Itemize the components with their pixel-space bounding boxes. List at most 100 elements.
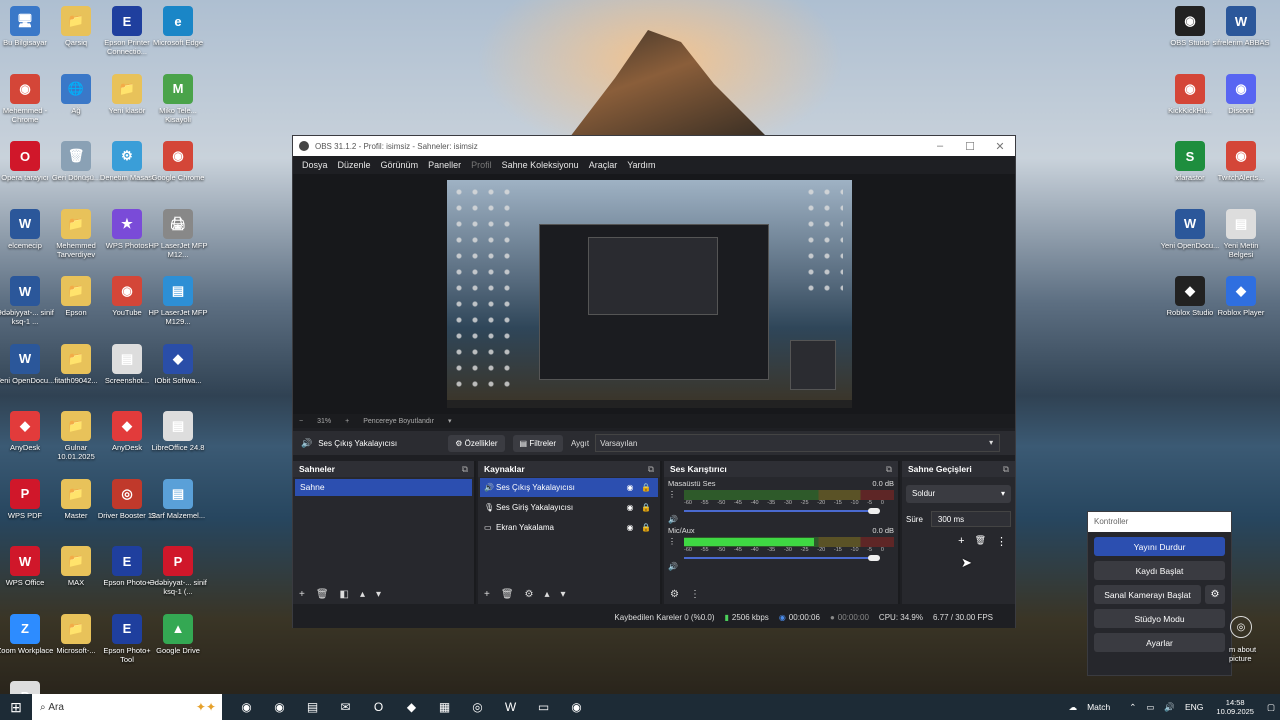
desktop-icon[interactable]: ◉ Discord: [1211, 73, 1271, 115]
advanced-audio-icon[interactable]: ⚙: [670, 589, 679, 600]
chrome-icon[interactable]: ◉: [263, 700, 296, 714]
remove-scene-icon[interactable]: 🗑: [316, 589, 329, 600]
lock-icon[interactable]: 🔒: [638, 503, 654, 512]
properties-button[interactable]: ⚙ Özellikler: [448, 434, 505, 452]
wps-icon[interactable]: W: [494, 700, 527, 714]
close-icon[interactable]: ✕: [985, 140, 1015, 153]
menu-duzenle[interactable]: Düzenle: [338, 160, 371, 170]
channel-menu-icon[interactable]: ⋮: [668, 537, 676, 546]
lock-icon[interactable]: 🔒: [638, 483, 654, 492]
move-up-icon[interactable]: ▴: [545, 589, 550, 600]
mixer-menu-icon[interactable]: ⋮: [690, 589, 700, 600]
desktop-icon[interactable]: ▤ Sarf Malzemel...: [148, 478, 208, 520]
add-source-icon[interactable]: +: [484, 589, 490, 600]
desktop-icon[interactable]: ◆ IObit Softwa...: [148, 343, 208, 385]
opera-icon[interactable]: O: [362, 700, 395, 714]
clock[interactable]: 14:58 10.09.2025: [1216, 698, 1254, 716]
popout-icon[interactable]: ⧉: [1003, 464, 1009, 474]
add-scene-icon[interactable]: +: [299, 589, 305, 600]
menu-dosya[interactable]: Dosya: [302, 160, 328, 170]
file-explorer-icon[interactable]: ▤: [296, 700, 329, 714]
gear-icon[interactable]: ⚙: [1205, 585, 1225, 604]
remove-transition-icon[interactable]: 🗑: [975, 535, 986, 548]
notepad-icon[interactable]: ▭: [527, 700, 560, 714]
desktop-icon[interactable]: ◉ Google Chrome: [148, 141, 208, 182]
chevron-down-icon[interactable]: ▾: [448, 417, 452, 425]
move-up-icon[interactable]: ▴: [360, 589, 365, 600]
menu-araclar[interactable]: Araçlar: [589, 160, 618, 170]
speaker-icon[interactable]: 🔊: [668, 515, 678, 524]
eye-icon[interactable]: ◉: [622, 523, 638, 532]
maximize-icon[interactable]: ☐: [955, 140, 985, 153]
fit-to-window[interactable]: Pencereye Boyutlandır: [363, 418, 434, 425]
desktop-icon[interactable]: ▤ LibreOffice 24.8: [148, 411, 208, 452]
desktop-icon[interactable]: Wsifrelerim ABBAS: [1211, 6, 1271, 47]
mail-icon[interactable]: ✉: [329, 700, 362, 714]
edge-icon[interactable]: ◉: [230, 700, 263, 714]
channel-menu-icon[interactable]: ⋮: [668, 490, 676, 499]
obs-taskbar-icon[interactable]: ◉: [560, 700, 593, 714]
source-item[interactable]: 🔊 Ses Çıkış Yakalayıcısı ◉ 🔒: [480, 478, 658, 497]
menu-gorunum[interactable]: Görünüm: [381, 160, 419, 170]
store-icon[interactable]: ▦: [428, 700, 461, 714]
remove-source-icon[interactable]: 🗑: [501, 589, 514, 600]
transition-select[interactable]: Soldur ▾: [906, 485, 1011, 503]
windows-start-icon[interactable]: ⊞: [0, 699, 32, 716]
duration-input[interactable]: 300 ms: [930, 511, 1011, 527]
studio-mode-button[interactable]: Stüdyo Modu: [1094, 609, 1225, 628]
popout-icon[interactable]: ⧉: [462, 464, 468, 474]
desktop-icon[interactable]: P Ədəbiyyat-... sinif ksq-1 (...: [148, 546, 208, 596]
volume-icon[interactable]: 🔊: [1164, 702, 1175, 713]
notifications-icon[interactable]: ▢: [1267, 702, 1275, 713]
desktop-icon[interactable]: M Miko Tele... Kisayoli: [148, 73, 208, 124]
minimize-icon[interactable]: –: [925, 140, 955, 153]
about-picture-icon[interactable]: ◎: [1230, 616, 1252, 638]
zoom-out-icon[interactable]: −: [299, 418, 303, 425]
source-item[interactable]: ▭ Ekran Yakalama ◉ 🔒: [480, 518, 658, 537]
slider-knob[interactable]: [868, 555, 880, 561]
start-virtual-camera-button[interactable]: Sanal Kamerayı Başlat: [1094, 585, 1201, 604]
stop-stream-button[interactable]: Yayını Durdur: [1094, 537, 1225, 556]
program-preview[interactable]: [447, 180, 852, 408]
source-properties-icon[interactable]: ⚙: [525, 589, 534, 600]
menu-profil[interactable]: Profil: [471, 160, 492, 170]
desktop-icon[interactable]: 🖨 HP LaserJet MFP M12...: [148, 208, 208, 259]
speaker-icon[interactable]: 🔊: [668, 562, 678, 571]
weather-text[interactable]: Match: [1087, 702, 1110, 712]
desktop-icon[interactable]: ◉ TwitchAlerts...: [1211, 141, 1271, 182]
taskbar-search[interactable]: ⌕ Ara ✦✦: [32, 694, 222, 720]
obit-icon[interactable]: ◆: [395, 700, 428, 714]
slider-knob[interactable]: [868, 508, 880, 514]
scene-filters-icon[interactable]: ◧: [340, 589, 349, 600]
menu-paneller[interactable]: Paneller: [428, 160, 461, 170]
desktop-icon[interactable]: e Microsoft Edge: [148, 6, 208, 47]
desktop-icon[interactable]: ▤ Yeni Metin Belgesi: [1211, 208, 1271, 259]
zoom-in-icon[interactable]: +: [345, 418, 349, 425]
desktop-icon[interactable]: ▲ Google Drive: [148, 613, 208, 655]
volume-slider[interactable]: [684, 555, 894, 561]
volume-slider[interactable]: [684, 508, 894, 514]
desktop-icon[interactable]: ◆ Roblox Player: [1211, 276, 1271, 317]
source-item[interactable]: 🎙 Ses Giriş Yakalayıcısı ◉ 🔒: [480, 498, 658, 517]
transition-menu-icon[interactable]: ⋮: [996, 535, 1007, 548]
opera-gx-icon[interactable]: ◎: [461, 700, 494, 714]
filters-button[interactable]: ▤ Filtreler: [512, 434, 563, 452]
eye-icon[interactable]: ◉: [622, 483, 638, 492]
lock-icon[interactable]: 🔒: [638, 523, 654, 532]
menu-sahne-koleksiyonu[interactable]: Sahne Koleksiyonu: [502, 160, 579, 170]
network-icon[interactable]: ▭: [1146, 702, 1154, 713]
popout-icon[interactable]: ⧉: [648, 464, 654, 474]
desktop-icon[interactable]: ▤ HP LaserJet MFP M129...: [148, 276, 208, 326]
device-select[interactable]: Varsayılan ▾: [595, 434, 1001, 452]
lang-indicator[interactable]: ENG: [1185, 702, 1203, 712]
settings-button[interactable]: Ayarlar: [1094, 633, 1225, 652]
start-recording-button[interactable]: Kaydı Başlat: [1094, 561, 1225, 580]
scene-item[interactable]: Sahne: [295, 479, 472, 496]
add-transition-icon[interactable]: +: [958, 535, 964, 548]
menu-yardim[interactable]: Yardım: [627, 160, 655, 170]
tray-chevron-icon[interactable]: ⌃: [1129, 702, 1136, 713]
eye-icon[interactable]: ◉: [622, 503, 638, 512]
move-down-icon[interactable]: ▾: [376, 589, 381, 600]
popout-icon[interactable]: ⧉: [886, 464, 892, 474]
move-down-icon[interactable]: ▾: [561, 589, 566, 600]
